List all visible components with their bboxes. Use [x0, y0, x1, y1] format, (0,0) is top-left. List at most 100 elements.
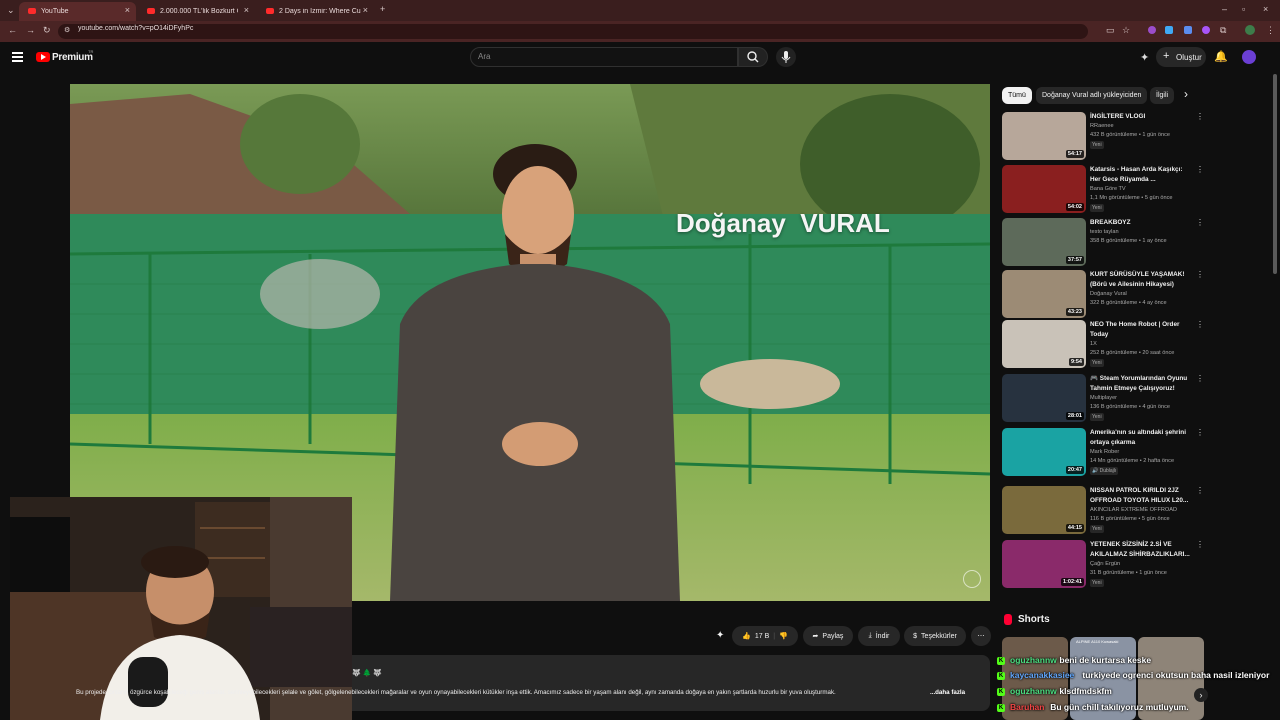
more-vert-icon[interactable]: ⋮ [1196, 428, 1204, 437]
recommendation-title[interactable]: Katarsis - Hasan Arda Kaşıkçı: Her Gece … [1090, 165, 1190, 185]
shorts-next-icon[interactable]: › [1194, 688, 1208, 702]
voice-search-button[interactable] [776, 47, 796, 67]
channel-name[interactable]: Bana Göre TV [1090, 186, 1126, 192]
browser-tab[interactable]: 2 Days in Izmir: Where Culture... × [257, 2, 374, 21]
sparkle-icon[interactable]: ✦ [716, 630, 724, 641]
recommendation-card[interactable]: 54:17 İNGİLTERE VLOGI RRaenee 432 B görüntü… [1002, 112, 1204, 162]
recommendation-title[interactable]: KURT SÜRÜSÜYLE YAŞAMAK! (Börü ve Ailesin… [1090, 270, 1190, 290]
logo-text[interactable]: Premium [52, 52, 93, 63]
more-vert-icon[interactable]: ⋮ [1196, 112, 1204, 121]
extension-icon[interactable] [1184, 26, 1192, 34]
back-icon[interactable]: ← [8, 25, 17, 35]
recommendation-card[interactable]: 1:02:41 YETENEK SİZSİNİZ 2.Sİ VE AKILALMA… [1002, 540, 1204, 590]
more-vert-icon[interactable]: ⋮ [1196, 165, 1204, 174]
channel-name[interactable]: AKINCILAR EXTREME OFFROAD [1090, 507, 1177, 513]
video-thumbnail[interactable]: 20:47 [1002, 428, 1086, 476]
close-icon[interactable]: × [125, 5, 130, 15]
channel-name[interactable]: 1X [1090, 341, 1097, 347]
browser-tab[interactable]: 2.000.000 TL'lik Bozkurt Çiftliği × [138, 2, 255, 21]
chat-username[interactable]: Baruhan [1010, 702, 1044, 712]
video-thumbnail[interactable]: 9:54 [1002, 320, 1086, 368]
recommendation-card[interactable]: 9:54 NEO The Home Robot | Order Today 1X 25… [1002, 320, 1204, 370]
extension-icon[interactable] [1148, 26, 1156, 34]
profile-avatar[interactable] [1245, 25, 1255, 35]
recommendation-card[interactable]: 44:15 NISSAN PATROL KIRILDI 2JZ OFFROAD T… [1002, 486, 1204, 536]
url-text[interactable]: youtube.com/watch?v=pO14iDFyhPc [78, 25, 193, 32]
more-vert-icon[interactable]: ⋮ [1196, 374, 1204, 383]
extensions-puzzle-icon[interactable]: ⧉ [1220, 25, 1226, 36]
description-box[interactable] [352, 655, 990, 711]
search-input[interactable] [470, 47, 738, 67]
channel-watermark-icon[interactable] [963, 570, 981, 588]
reload-icon[interactable]: ↻ [43, 25, 51, 36]
channel-name[interactable]: Mark Rober [1090, 449, 1119, 455]
recommendation-title[interactable]: NEO The Home Robot | Order Today [1090, 320, 1190, 340]
recommendation-title[interactable]: 🎮 Steam Yorumlarından Oyunu Tahmin Etmey… [1090, 374, 1190, 394]
recommendation-card[interactable]: 28:01 🎮 Steam Yorumlarından Oyunu Tahmin … [1002, 374, 1204, 424]
share-button[interactable]: ➦ Paylaş [803, 626, 853, 646]
chat-username[interactable]: oguzhannw [1010, 686, 1057, 696]
video-thumbnail[interactable]: 28:01 [1002, 374, 1086, 422]
chip-related[interactable]: İlgili [1150, 87, 1174, 104]
chevron-right-icon[interactable]: › [1184, 87, 1188, 101]
channel-name[interactable]: Multiplayer [1090, 395, 1117, 401]
video-thumbnail[interactable]: 43:23 [1002, 270, 1086, 318]
channel-name[interactable]: testo taylan [1090, 229, 1119, 235]
more-vert-icon[interactable]: ⋮ [1196, 270, 1204, 279]
download-button[interactable]: ⤓ İndir [858, 626, 900, 646]
notifications-bell-icon[interactable]: 🔔 [1214, 50, 1228, 63]
browser-tab[interactable]: YouTube × [19, 2, 136, 21]
maximize-icon[interactable]: ▫ [1242, 4, 1245, 14]
channel-name[interactable]: Çağrı Ergün [1090, 561, 1120, 567]
channel-name[interactable]: RRaenee [1090, 123, 1114, 129]
recommendation-title[interactable]: BREAKBOYZ [1090, 218, 1190, 228]
recommendation-title[interactable]: YETENEK SİZSİNİZ 2.Sİ VE AKILALMAZ SİHİR… [1090, 540, 1190, 560]
account-avatar[interactable] [1242, 50, 1256, 64]
recommendation-title[interactable]: Amerika'nın su altındaki şehrini ortaya … [1090, 428, 1190, 448]
more-vert-icon[interactable]: ⋮ [1196, 540, 1204, 549]
minimize-icon[interactable]: – [1222, 4, 1227, 14]
video-thumbnail[interactable]: 37:57 [1002, 218, 1086, 266]
create-button[interactable]: + Oluştur [1156, 47, 1206, 67]
video-thumbnail[interactable]: 54:17 [1002, 112, 1086, 160]
forward-icon[interactable]: → [26, 25, 35, 35]
channel-name[interactable]: Doğanay Vural [1090, 291, 1127, 297]
omnibox[interactable] [58, 24, 1088, 39]
like-count[interactable]: 17 B [755, 633, 769, 640]
recommendation-card[interactable]: 20:47 Amerika'nın su altındaki şehrini or… [1002, 428, 1204, 478]
like-icon[interactable]: 👍 [742, 632, 751, 640]
bookmark-star-icon[interactable]: ☆ [1122, 25, 1130, 36]
recommendation-title[interactable]: NISSAN PATROL KIRILDI 2JZ OFFROAD TOYOTA… [1090, 486, 1190, 506]
new-tab-icon[interactable]: + [380, 4, 385, 14]
video-thumbnail[interactable]: 44:15 [1002, 486, 1086, 534]
extension-icon[interactable] [1202, 26, 1210, 34]
extension-icon[interactable] [1165, 26, 1173, 34]
dislike-icon[interactable]: 👎 [779, 632, 788, 640]
chip-all[interactable]: Tümü [1002, 87, 1032, 104]
search-button[interactable] [738, 47, 768, 67]
close-icon[interactable]: × [244, 5, 249, 15]
more-vert-icon[interactable]: ⋮ [1196, 486, 1204, 495]
recommendation-card[interactable]: 37:57 BREAKBOYZ testo taylan 358 B görüntül… [1002, 218, 1204, 268]
recommendation-title[interactable]: İNGİLTERE VLOGI [1090, 112, 1190, 122]
more-vert-icon[interactable]: ⋮ [1196, 320, 1204, 329]
more-actions-button[interactable]: ⋯ [971, 626, 991, 646]
cast-icon[interactable]: ▭ [1106, 25, 1115, 36]
recommendation-card[interactable]: 54:02 Katarsis - Hasan Arda Kaşıkçı: Her … [1002, 165, 1204, 215]
menu-icon[interactable] [12, 52, 23, 62]
show-more-link[interactable]: ...daha fazla [930, 689, 965, 696]
chat-username[interactable]: oguzhannw [1010, 655, 1057, 665]
tab-search-icon[interactable]: ⌄ [7, 5, 15, 16]
chat-username[interactable]: kaycanakkasiee [1010, 670, 1074, 680]
window-close-icon[interactable]: × [1263, 4, 1268, 14]
video-thumbnail[interactable]: 1:02:41 [1002, 540, 1086, 588]
video-thumbnail[interactable]: 54:02 [1002, 165, 1086, 213]
more-vert-icon[interactable]: ⋮ [1196, 218, 1204, 227]
chip-uploader[interactable]: Doğanay Vural adlı yükleyiciden [1036, 87, 1148, 104]
close-icon[interactable]: × [363, 5, 368, 15]
site-info-icon[interactable]: ⚙ [64, 26, 70, 34]
browser-menu-icon[interactable]: ⋮ [1266, 25, 1275, 36]
recommendation-card[interactable]: 43:23 KURT SÜRÜSÜYLE YAŞAMAK! (Börü ve Ai… [1002, 270, 1204, 320]
sparkle-icon[interactable]: ✦ [1140, 51, 1149, 64]
thanks-button[interactable]: $ Teşekkürler [904, 626, 966, 646]
